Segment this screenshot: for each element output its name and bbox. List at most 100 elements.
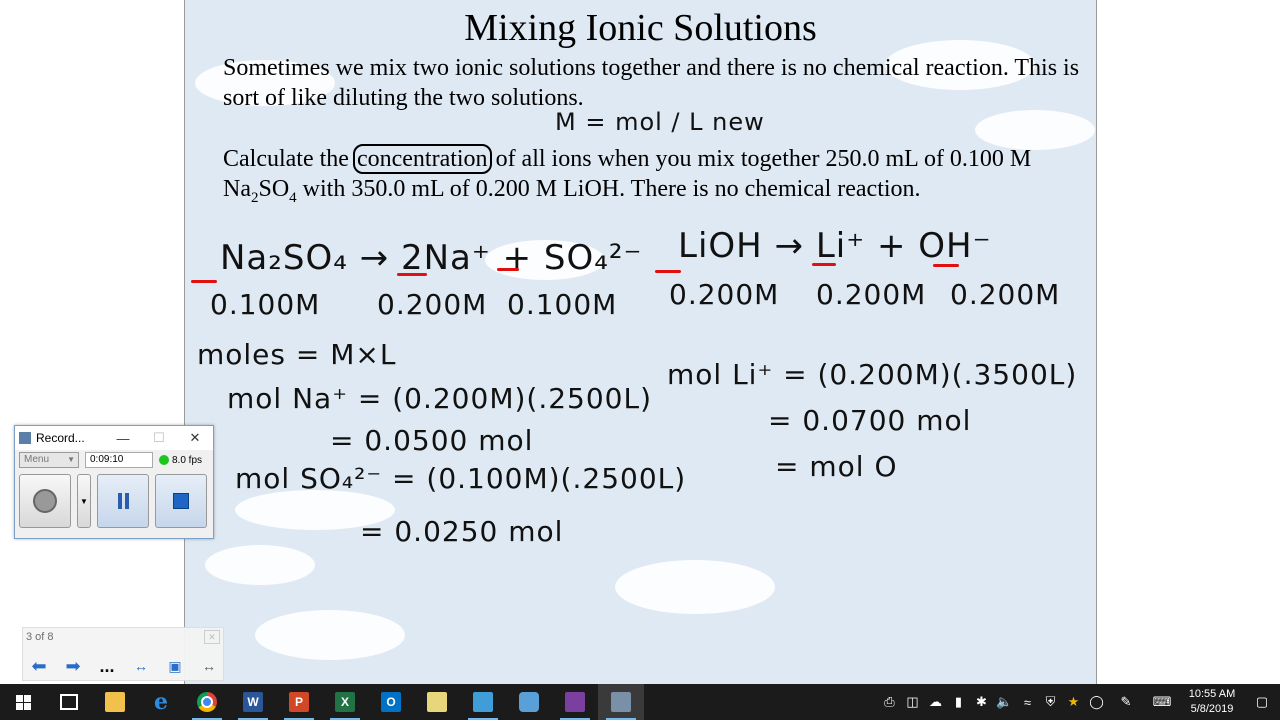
red-underline-mark	[497, 268, 519, 271]
app-taskbar-button[interactable]	[506, 684, 552, 720]
clock-date: 5/8/2019	[1190, 703, 1234, 715]
powerpoint-taskbar-button[interactable]: P	[276, 684, 322, 720]
recorder-title: Record...	[36, 431, 85, 445]
chrome-taskbar-button[interactable]	[184, 684, 230, 720]
close-icon[interactable]: ✕	[204, 630, 220, 644]
app-tray-icon[interactable]: ◯	[1085, 684, 1108, 720]
word-taskbar-button[interactable]: W	[230, 684, 276, 720]
subscript-4: 4	[289, 189, 297, 206]
onedrive-cloud-icon[interactable]: ☁	[924, 684, 947, 720]
recorder-taskbar-button[interactable]	[598, 684, 644, 720]
pen-workspace-icon[interactable]: ✎	[1108, 684, 1144, 720]
file-explorer-taskbar-button[interactable]	[92, 684, 138, 720]
fps-indicator: 8.0 fps	[159, 455, 202, 466]
edge-taskbar-button[interactable]: e	[138, 684, 184, 720]
record-options-dropdown[interactable]: ▼	[77, 474, 91, 528]
slide-title: Mixing Ionic Solutions	[464, 7, 817, 49]
notes-taskbar-button[interactable]	[414, 684, 460, 720]
na2so4-dissociation: Na₂SO₄ → 2Na⁺ + SO₄²⁻	[220, 238, 643, 278]
red-underline-mark	[655, 270, 681, 273]
record-icon	[33, 489, 57, 513]
moles-formula: moles = M×L	[197, 338, 397, 371]
slide-navigation-panel: 3 of 8 ✕ ⬅ ➡ ... ↔ ▣ ↔	[22, 627, 224, 681]
recorder-titlebar[interactable]: Record... — ☐ ✕	[15, 426, 213, 450]
bluetooth-icon[interactable]: ✱	[970, 684, 993, 720]
cloud-decoration	[615, 560, 775, 614]
battery-icon[interactable]: ▮	[947, 684, 970, 720]
cloud-decoration	[205, 545, 315, 585]
desktop-right-gutter	[1096, 0, 1280, 684]
na2so4-conc: 0.100M	[210, 288, 321, 321]
start-button[interactable]	[0, 684, 46, 720]
oh-conc: 0.200M	[950, 278, 1061, 311]
next-slide-arrow-icon[interactable]: ➡	[61, 656, 85, 676]
onenote-taskbar-button[interactable]	[552, 684, 598, 720]
cloud-decoration	[255, 610, 405, 660]
task-view-button[interactable]	[46, 684, 92, 720]
red-underline-mark	[933, 264, 959, 267]
lioh-dissociation: LiOH → Li⁺ + OH⁻	[678, 226, 992, 266]
minimize-icon[interactable]: —	[105, 431, 141, 446]
na-conc: 0.200M	[377, 288, 488, 321]
internet-explorer-icon: e	[154, 689, 168, 715]
na-moles-calc: mol Na⁺ = (0.200M)(.2500L)	[227, 382, 652, 415]
outlook-taskbar-button[interactable]: O	[368, 684, 414, 720]
intro-paragraph: Sometimes we mix two ionic solutions tog…	[223, 55, 1080, 111]
previous-slide-arrow-icon[interactable]: ⬅	[27, 656, 51, 676]
recorder-app-icon	[611, 692, 631, 712]
task-view-icon	[60, 694, 78, 710]
chrome-icon	[197, 692, 217, 712]
wifi-icon[interactable]: ≈	[1016, 684, 1039, 720]
so4-moles-calc: mol SO₄²⁻ = (0.100M)(.2500L)	[235, 462, 687, 495]
pen-note-icon	[473, 692, 493, 712]
li-conc: 0.200M	[816, 278, 927, 311]
concentration-highlight: concentration	[352, 144, 492, 174]
record-button[interactable]	[19, 474, 71, 528]
recorder-app-icon	[19, 432, 31, 444]
problem-paragraph: Calculate the concentration of all ions …	[223, 144, 1083, 213]
stop-icon	[173, 493, 189, 509]
lioh-conc: 0.200M	[669, 278, 780, 311]
stop-button[interactable]	[155, 474, 207, 528]
desktop-left-gutter	[0, 0, 185, 684]
slide-count: 3 of 8	[26, 631, 54, 643]
li-moles-calc: mol Li⁺ = (0.200M)(.3500L)	[667, 358, 1078, 391]
device-icon[interactable]: ◫	[901, 684, 924, 720]
more-options-button[interactable]: ...	[95, 656, 119, 676]
close-icon[interactable]: ✕	[177, 430, 213, 446]
whiteboard-taskbar-button[interactable]	[460, 684, 506, 720]
windows-logo-icon	[15, 694, 31, 710]
notification-center-icon[interactable]: ▢	[1244, 684, 1280, 720]
recorder-window: Record... — ☐ ✕ Menu ▼ 0:09:10 8.0 fps ▼	[14, 425, 214, 539]
maximize-icon[interactable]: ☐	[141, 430, 177, 446]
printer-icon[interactable]: ⎙	[878, 684, 901, 720]
fps-value: 8.0 fps	[172, 454, 203, 466]
keyboard-icon[interactable]: ⌨	[1144, 684, 1180, 720]
excel-icon: X	[335, 692, 355, 712]
word-icon: W	[243, 692, 263, 712]
taskbar-clock[interactable]: 10:55 AM 5/8/2019	[1180, 687, 1244, 717]
windows-taskbar: e W P X O ⎙ ◫ ☁ ▮ ✱ 🔈 ≈ ⛨ ★ ◯ ✎ ⌨ 10:55 …	[0, 684, 1280, 720]
na-moles-result: = 0.0500 mol	[330, 424, 534, 457]
problem-text-c: SO	[258, 176, 290, 202]
so4-moles-result: = 0.0250 mol	[360, 515, 564, 548]
problem-text-d: with 350.0 mL of 0.200 M LiOH. There is …	[296, 176, 921, 202]
recorder-menu-dropdown[interactable]: Menu ▼	[19, 452, 79, 468]
shield-icon[interactable]: ⛨	[1039, 684, 1062, 720]
document-icon	[427, 692, 447, 712]
star-icon[interactable]: ★	[1062, 684, 1085, 720]
chevron-down-icon: ▼	[80, 496, 88, 506]
pause-button[interactable]	[97, 474, 149, 528]
volume-icon[interactable]: 🔈	[993, 684, 1016, 720]
outlook-icon: O	[381, 692, 401, 712]
pan-arrows-icon[interactable]: ↔	[197, 656, 221, 676]
display-screen-icon[interactable]: ▣	[163, 656, 187, 676]
so4-conc: 0.100M	[507, 288, 618, 321]
red-underline-mark	[397, 273, 427, 276]
fit-width-icon[interactable]: ↔	[129, 656, 153, 676]
oh-moles-partial: = mol O	[775, 450, 898, 483]
excel-taskbar-button[interactable]: X	[322, 684, 368, 720]
powerpoint-icon: P	[289, 692, 309, 712]
status-dot-icon	[159, 455, 169, 465]
folder-icon	[105, 692, 125, 712]
